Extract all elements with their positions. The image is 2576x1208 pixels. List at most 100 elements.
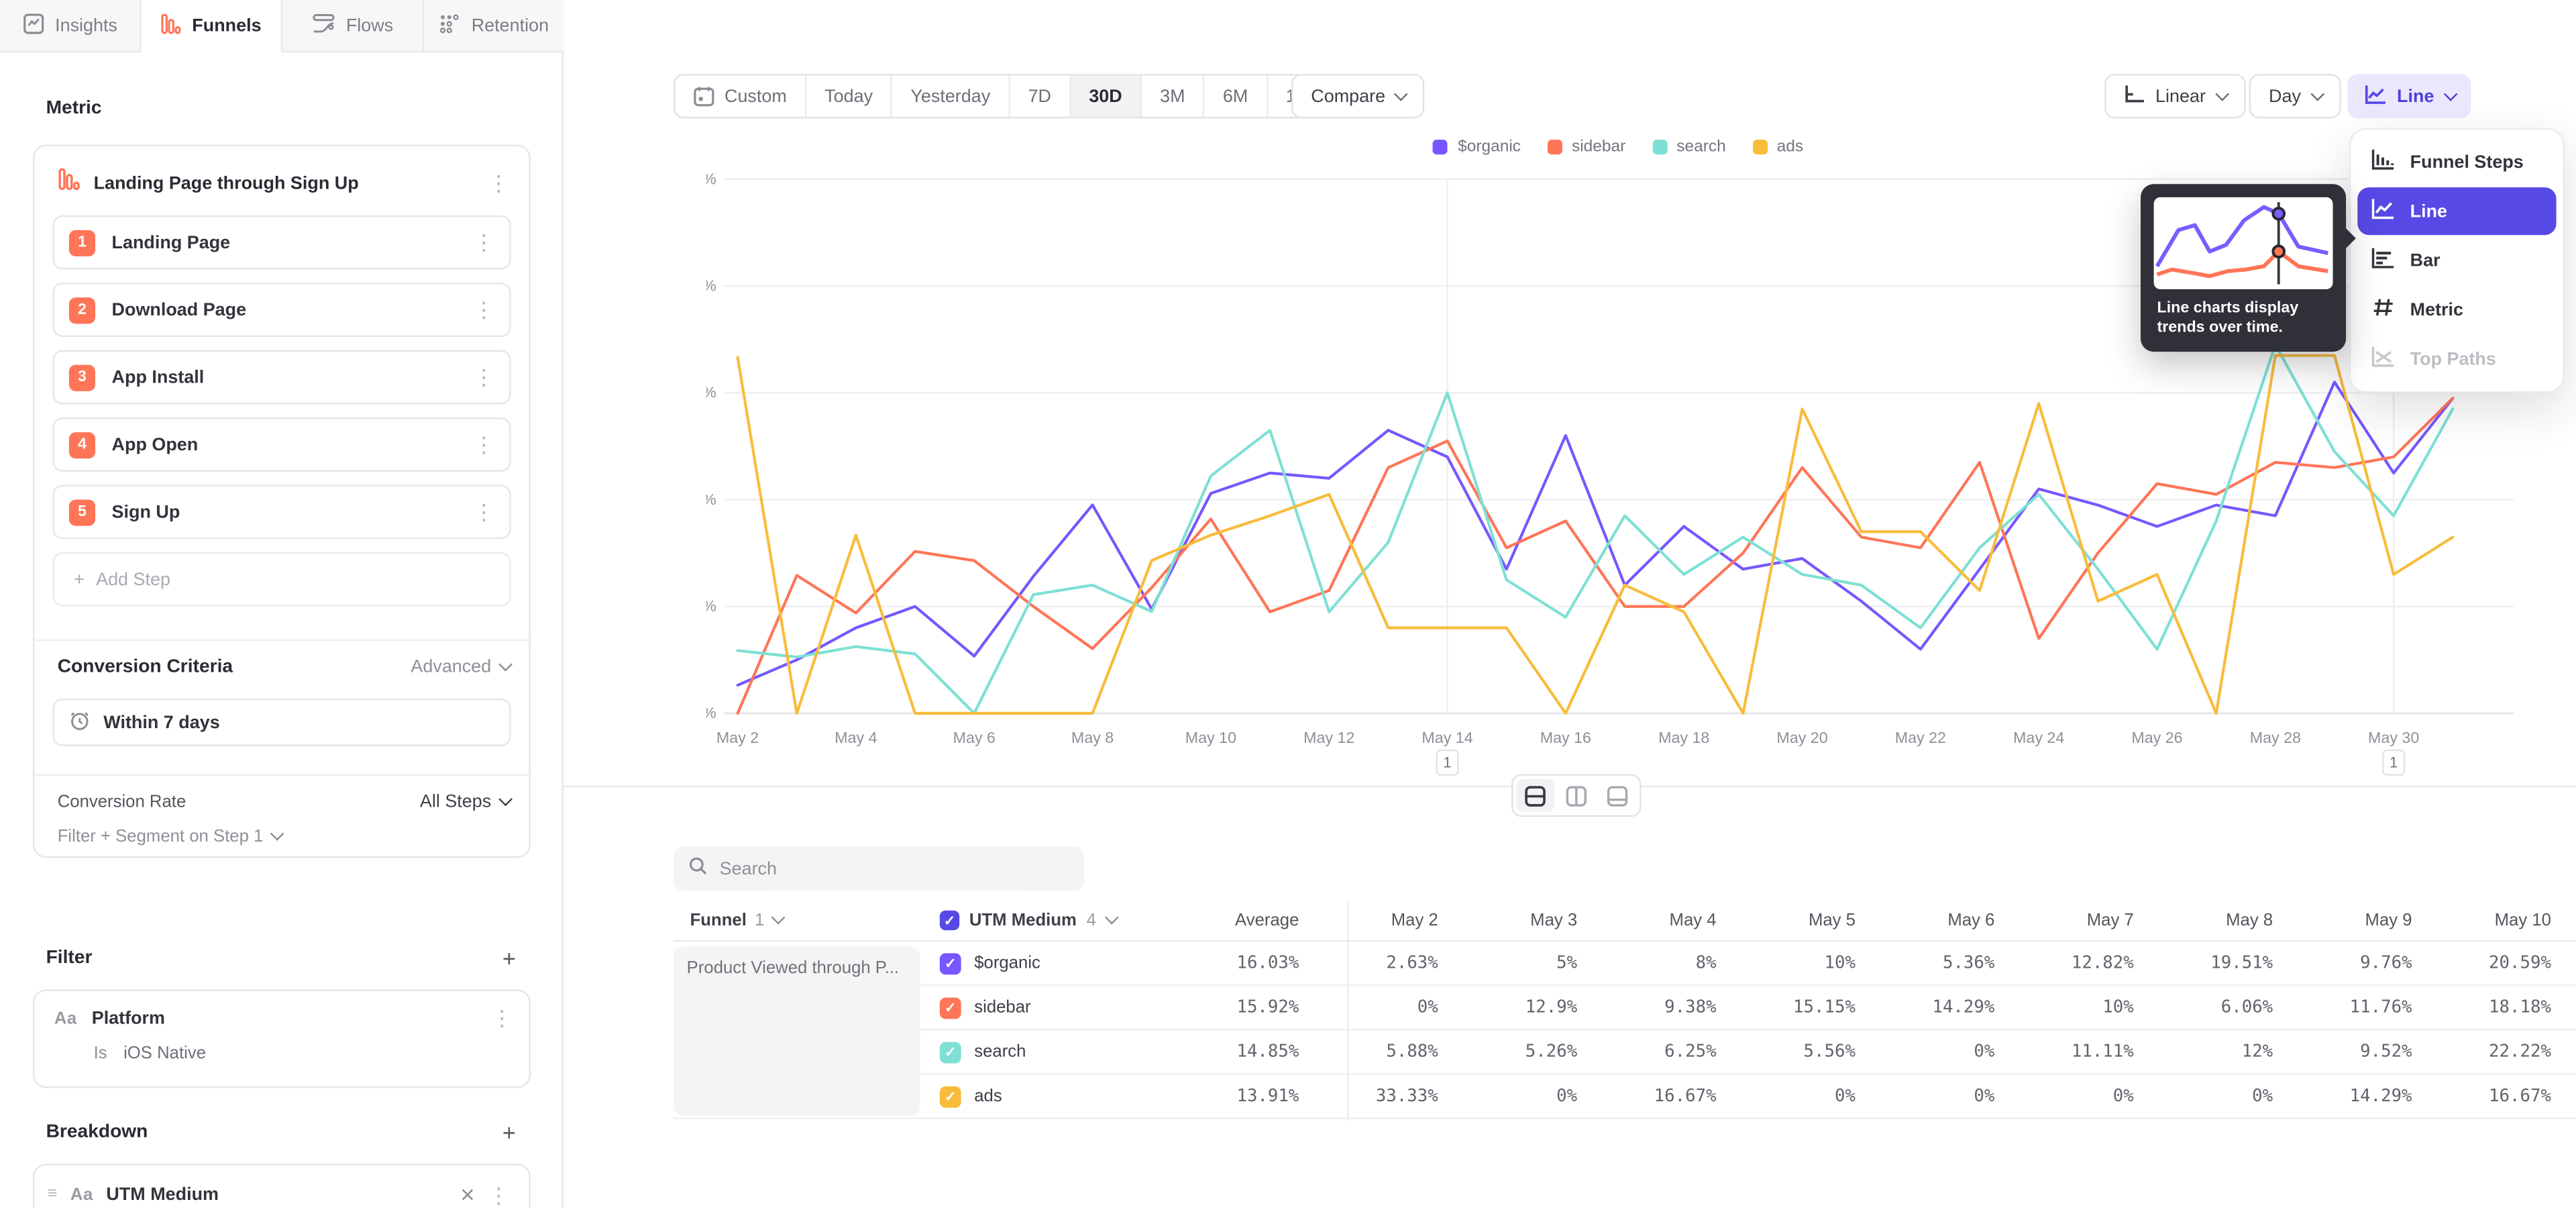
- all-steps-label: All Steps: [420, 792, 491, 811]
- table-row: sidebar15.92%0%12.9%9.38%15.15%14.29%10%…: [674, 986, 2576, 1030]
- series-checkbox[interactable]: [940, 1086, 961, 1107]
- advanced-label: Advanced: [411, 658, 491, 677]
- range-today[interactable]: Today: [806, 76, 892, 117]
- query-sidebar: Metric Landing Page through Sign Up 1Lan…: [0, 52, 564, 1208]
- layout-bottom-panel-icon[interactable]: [1599, 779, 1636, 812]
- filter-operator[interactable]: Is: [94, 1044, 107, 1063]
- granularity-dropdown[interactable]: Day: [2249, 74, 2341, 118]
- legend-label: ads: [1777, 138, 1803, 156]
- calendar-icon: [693, 85, 714, 107]
- filter-value[interactable]: iOS Native: [123, 1044, 206, 1063]
- funnel-kebab-icon[interactable]: [488, 172, 509, 194]
- svg-text:May 24: May 24: [2013, 729, 2064, 746]
- top-paths-icon: [2371, 345, 2396, 373]
- table-body: Product Viewed through P... $organic16.0…: [674, 942, 2576, 1119]
- filter-kebab-icon[interactable]: [491, 1007, 513, 1029]
- funnel-step[interactable]: 2Download Page: [52, 283, 511, 337]
- menu-item-top-paths[interactable]: Top Paths: [2357, 336, 2556, 383]
- drag-handle-icon[interactable]: [48, 1187, 57, 1203]
- range-7d[interactable]: 7D: [1010, 76, 1071, 117]
- add-step-button[interactable]: + Add Step: [52, 552, 511, 607]
- string-property-icon: Aa: [54, 1008, 77, 1027]
- breakdown-card[interactable]: Aa UTM Medium: [33, 1164, 531, 1208]
- legend-item[interactable]: search: [1652, 138, 1725, 156]
- value-cell: 5.36%: [1856, 953, 1994, 972]
- funnel-step[interactable]: 4App Open: [52, 417, 511, 472]
- legend-swatch: [1547, 140, 1562, 154]
- value-cell: 5%: [1438, 953, 1577, 972]
- legend-item[interactable]: $organic: [1433, 138, 1521, 156]
- svg-text:May 18: May 18: [1658, 729, 1709, 746]
- value-column-headers: AverageMay 2May 3May 4May 5May 6May 7May…: [1160, 911, 2551, 930]
- value-cell: 15.15%: [1717, 998, 1856, 1017]
- add-breakdown-icon[interactable]: [502, 1121, 516, 1144]
- tab-flows[interactable]: Flows: [282, 0, 424, 52]
- value-cell: 13.91%: [1160, 1087, 1299, 1106]
- value-cell: 0%: [1438, 1087, 1577, 1106]
- range-6m[interactable]: 6M: [1205, 76, 1268, 117]
- funnel-group-cell[interactable]: Product Viewed through P...: [674, 947, 920, 1116]
- range-yesterday[interactable]: Yesterday: [892, 76, 1010, 117]
- filter-card[interactable]: Aa Platform Is iOS Native: [33, 989, 531, 1088]
- svg-text:May 16: May 16: [1540, 729, 1591, 746]
- range-30d[interactable]: 30D: [1071, 76, 1142, 117]
- search-input[interactable]: [720, 859, 1070, 878]
- series-checkbox[interactable]: [940, 952, 961, 974]
- metric-heading: Metric: [46, 99, 102, 118]
- annotation-badge[interactable]: 1: [1436, 750, 1458, 776]
- funnel-column-label: Funnel: [690, 911, 747, 930]
- all-steps-dropdown[interactable]: All Steps: [420, 792, 509, 811]
- legend-item[interactable]: ads: [1752, 138, 1803, 156]
- funnel-column-dropdown[interactable]: Funnel 1: [674, 911, 940, 930]
- chart-type-dropdown[interactable]: Line: [2348, 74, 2471, 118]
- step-kebab-icon[interactable]: [473, 232, 494, 253]
- menu-item-metric[interactable]: Metric: [2357, 286, 2556, 334]
- step-kebab-icon[interactable]: [473, 299, 494, 321]
- layout-split-vertical-icon[interactable]: [1558, 779, 1595, 812]
- tab-funnels[interactable]: Funnels: [142, 0, 283, 52]
- menu-item-line[interactable]: Line: [2357, 187, 2556, 235]
- menu-item-bar[interactable]: Bar: [2357, 237, 2556, 285]
- range-3m[interactable]: 3M: [1142, 76, 1205, 117]
- remove-breakdown-icon[interactable]: [460, 1182, 474, 1207]
- step-kebab-icon[interactable]: [473, 366, 494, 388]
- add-filter-icon[interactable]: [502, 947, 516, 970]
- filter-segment-dropdown[interactable]: Filter + Segment on Step 1: [58, 827, 282, 846]
- series-checkbox[interactable]: [940, 997, 961, 1018]
- column-header: May 4: [1577, 911, 1716, 930]
- breakdown-kebab-icon[interactable]: [488, 1184, 509, 1205]
- conversion-window[interactable]: Within 7 days: [52, 699, 511, 746]
- tab-retention[interactable]: Retention: [424, 0, 564, 52]
- tab-insights[interactable]: Insights: [0, 0, 142, 52]
- column-header: May 9: [2273, 911, 2412, 930]
- value-cell: 19.51%: [2134, 953, 2273, 972]
- value-cell: 33.33%: [1299, 1087, 1438, 1106]
- range-custom[interactable]: Custom: [676, 76, 807, 117]
- funnel-steps-list: 1Landing Page 2Download Page 3App Install 4…: [34, 215, 529, 539]
- advanced-dropdown[interactable]: Advanced: [411, 658, 509, 677]
- compare-button[interactable]: Compare: [1291, 74, 1425, 118]
- breakdown-table: Funnel 1 UTM Medium 4 AverageMay 2May 3M…: [674, 901, 2576, 1119]
- funnel-step[interactable]: 5Sign Up: [52, 485, 511, 539]
- scale-dropdown[interactable]: Linear: [2104, 74, 2245, 118]
- line-chart-icon: [2364, 83, 2387, 109]
- row-series: search: [940, 1041, 1160, 1062]
- select-all-checkbox[interactable]: [940, 911, 959, 930]
- annotation-badge[interactable]: 1: [2382, 750, 2405, 776]
- scale-label: Linear: [2155, 87, 2206, 106]
- table-row: ads13.91%33.33%0%16.67%0%0%0%0%14.29%16.…: [674, 1075, 2576, 1119]
- funnel-step[interactable]: 1Landing Page: [52, 215, 511, 270]
- svg-text:May 14: May 14: [1421, 729, 1472, 746]
- funnel-step[interactable]: 3App Install: [52, 350, 511, 405]
- chevron-down-icon: [2310, 87, 2324, 101]
- layout-split-horizontal-icon[interactable]: [1516, 779, 1554, 812]
- step-kebab-icon[interactable]: [473, 501, 494, 523]
- svg-text:30%: 30%: [706, 384, 716, 401]
- value-cell: 6.25%: [1577, 1042, 1716, 1062]
- menu-item-funnel-steps[interactable]: Funnel Steps: [2357, 138, 2556, 186]
- breakdown-column-dropdown[interactable]: UTM Medium 4: [940, 911, 1160, 930]
- chevron-down-icon: [270, 827, 284, 841]
- legend-item[interactable]: sidebar: [1547, 138, 1625, 156]
- series-checkbox[interactable]: [940, 1041, 961, 1062]
- step-kebab-icon[interactable]: [473, 434, 494, 456]
